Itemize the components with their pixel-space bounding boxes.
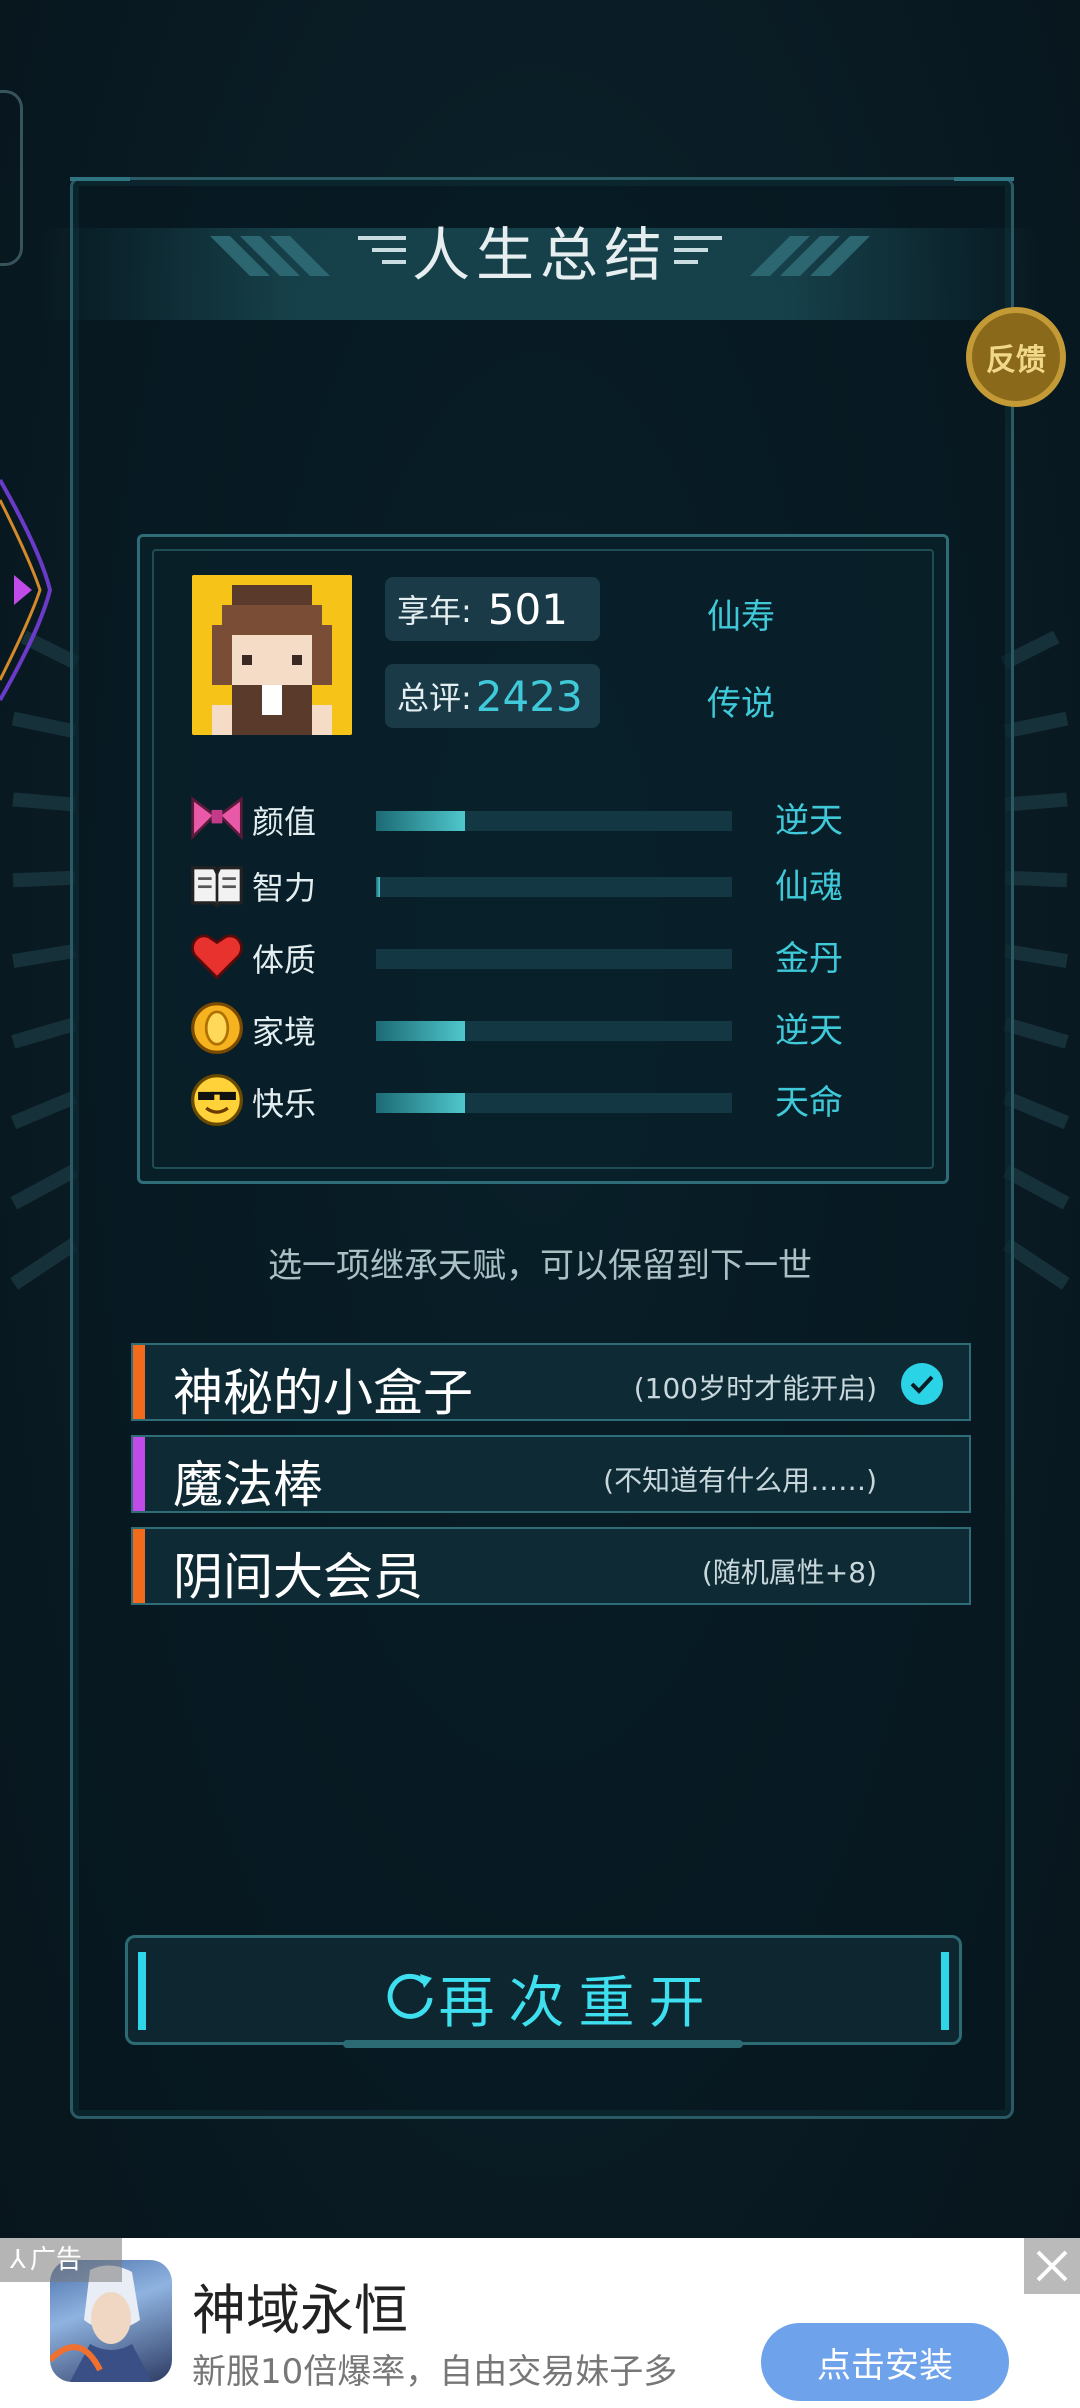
attr-row-family: 家境 逆天 (190, 1001, 910, 1055)
cool-face-icon (191, 1074, 243, 1126)
coin-icon (191, 1002, 243, 1054)
life-stats-card: 享年: 501 仙寿 总评: 2423 传说 颜值 逆天 智力 仙魂 体质 金丹… (137, 534, 949, 1184)
age-pill: 享年: 501 (385, 577, 600, 641)
talent-desc: (不知道有什么用……) (603, 1464, 877, 1497)
talent-name: 神秘的小盒子 (173, 1364, 473, 1422)
talent-name: 阴间大会员 (173, 1548, 423, 1606)
restart-button[interactable]: 再次重开 (125, 1935, 962, 2048)
talent-desc: (100岁时才能开启) (633, 1372, 877, 1405)
ad-subtitle: 新服10倍爆率，自由交易妹子多 (192, 2352, 678, 2392)
inherit-tip: 选一项继承天赋，可以保留到下一世 (268, 1246, 812, 1286)
age-rank: 仙寿 (707, 597, 775, 637)
side-expand-arrow-icon[interactable] (0, 440, 55, 740)
attr-row-appearance: 颜值 逆天 (190, 791, 910, 845)
pixel-avatar-icon (192, 575, 352, 735)
heart-icon (191, 934, 243, 980)
talent-option[interactable]: 神秘的小盒子 (100岁时才能开启) (131, 1343, 971, 1422)
age-label: 享年: (397, 592, 472, 630)
attr-row-constitution: 体质 金丹 (190, 929, 910, 983)
check-icon (901, 1363, 943, 1405)
score-rank: 传说 (707, 684, 775, 724)
feedback-button[interactable]: 反馈 (966, 307, 1066, 407)
talent-option[interactable]: 阴间大会员 (随机属性+8) (131, 1527, 971, 1606)
bow-icon (191, 796, 243, 841)
close-icon[interactable] (1024, 2238, 1080, 2294)
age-value: 501 (487, 584, 568, 634)
ad-banner[interactable]: ⅄ 广告 神域永恒 新服10倍爆率，自由交易妹子多 点击安装 (0, 2238, 1080, 2408)
score-value: 2423 (475, 671, 583, 721)
talent-option[interactable]: 魔法棒 (不知道有什么用……) (131, 1435, 971, 1514)
attr-row-happiness: 快乐 天命 (190, 1073, 910, 1127)
ad-title: 神域永恒 (192, 2279, 408, 2342)
score-label: 总评: (397, 679, 472, 717)
page-title: 人生总结 (411, 221, 668, 289)
book-icon (191, 866, 243, 908)
ad-tag: ⅄ 广告 (0, 2238, 122, 2282)
attr-row-intelligence: 智力 仙魂 (190, 857, 910, 911)
restart-label: 再次重开 (438, 1971, 719, 2036)
talent-desc: (随机属性+8) (701, 1556, 877, 1589)
score-pill: 总评: 2423 (385, 664, 600, 728)
ad-install-button[interactable]: 点击安装 (761, 2323, 1009, 2401)
talent-name: 魔法棒 (173, 1456, 323, 1514)
